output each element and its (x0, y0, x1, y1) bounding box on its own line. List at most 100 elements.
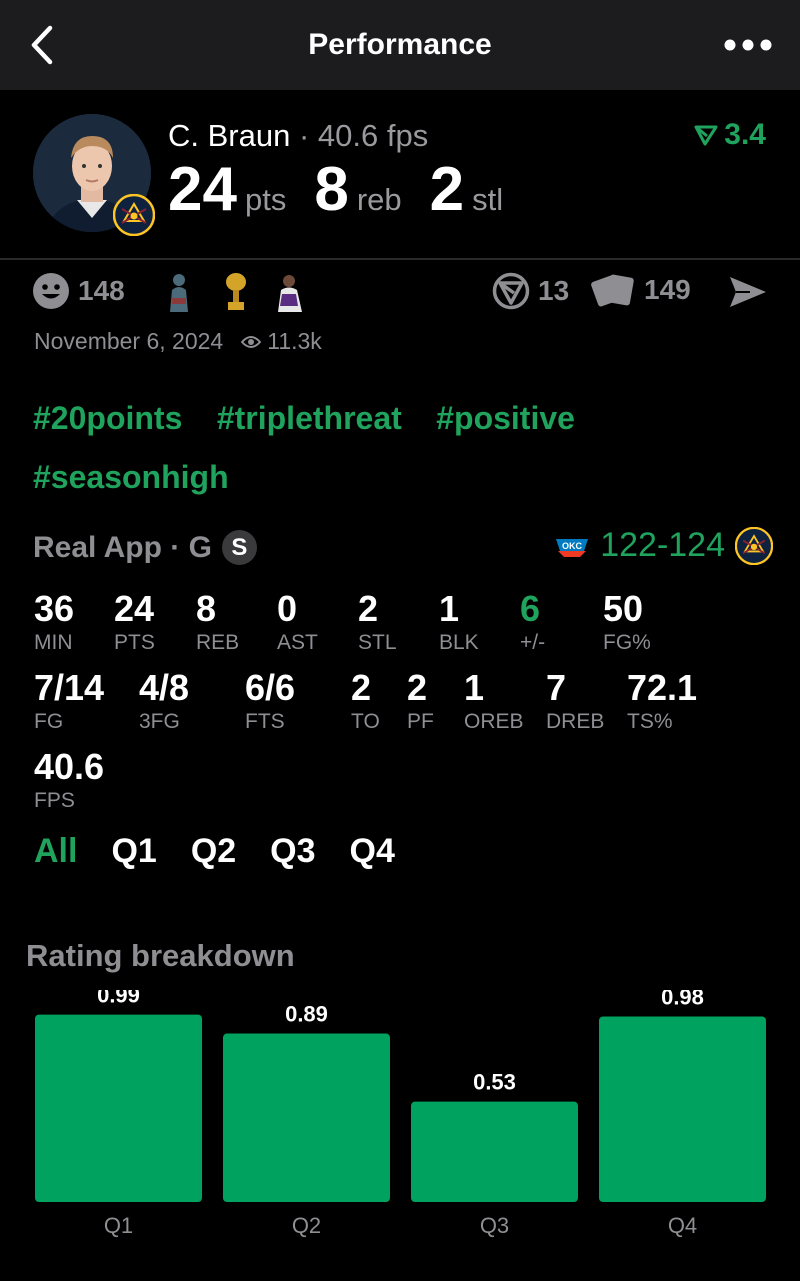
game-score[interactable]: OKC 122-124 (554, 526, 773, 565)
cards-count: 149 (644, 274, 691, 305)
stat-value: 7/14 (34, 667, 105, 708)
stat-label: TS% (627, 710, 673, 733)
trophy-icon (226, 273, 246, 310)
hashtag-list: #20points #triplethreat #positive #seaso… (33, 392, 773, 510)
game-source: Real App · G S (33, 530, 257, 565)
headline-stat-value: 2 (429, 155, 465, 224)
stat-label: PF (407, 710, 434, 733)
reactions-count: 148 (78, 275, 125, 306)
share-button[interactable] (728, 274, 768, 310)
stat-label: +/- (520, 631, 546, 654)
rating-bar-value-label: 0.98 (661, 990, 704, 1010)
stat-fg: 7/14 FG (34, 667, 104, 734)
page-title: Performance (308, 28, 492, 61)
stat-label: TO (351, 710, 380, 733)
player-name-line: C. Braun · 40.6 fps (168, 118, 428, 154)
stat-value: 2 (358, 588, 379, 629)
rating-bar-q2[interactable] (223, 1033, 390, 1202)
tab-q1[interactable]: Q1 (111, 832, 156, 871)
stat-pf: 2 PF (407, 667, 434, 734)
rating-breakdown-chart: 0.99 Q1 0.89 Q2 0.53 Q3 0.98 Q4 (35, 990, 766, 1238)
rating-change: 3.4 (694, 118, 766, 152)
stat-value: 36 (34, 588, 75, 629)
headline-stats: 24 pts 8 reb 2 stl (168, 154, 531, 225)
player-name[interactable]: C. Braun (168, 118, 290, 153)
rating-bar-q3[interactable] (411, 1101, 578, 1202)
rating-bar-category-label: Q1 (104, 1213, 133, 1238)
stat-label: PTS (114, 631, 155, 654)
hashtag[interactable]: #triplethreat (217, 392, 402, 445)
stat-fts: 6/6 FTS (245, 667, 295, 734)
rating-bar-value-label: 0.99 (97, 990, 140, 1008)
stat-label: REB (196, 631, 240, 654)
quarter-tabs: All Q1 Q2 Q3 Q4 (34, 832, 395, 871)
stat-value: 6 (520, 588, 541, 629)
headline-stat-value: 8 (314, 155, 349, 224)
reaction-sticker-2[interactable] (222, 272, 250, 312)
stat-value: 40.6 (34, 746, 105, 787)
stat-value: 50 (603, 588, 644, 629)
reaction-sticker-1[interactable] (164, 272, 194, 312)
more-options-button[interactable] (724, 32, 772, 58)
headline-stat-unit: stl (472, 182, 504, 217)
predictions-count: 13 (538, 275, 570, 306)
social-row: 148 13 149 (32, 272, 772, 316)
headline-stat-value: 24 (168, 155, 237, 224)
rating-bar-q4[interactable] (599, 1016, 766, 1203)
stat-value: 2 (351, 667, 372, 708)
rating-breakdown-title: Rating breakdown (26, 938, 295, 973)
stat-value: 1 (439, 588, 460, 629)
stat-reb: 8 REB (196, 588, 239, 655)
reactions-button[interactable]: 148 (32, 272, 125, 310)
thunder-logo-icon: OKC (556, 538, 589, 557)
stat-fps: 40.6 FPS (34, 746, 104, 813)
stat-value: 1 (464, 667, 485, 708)
stat-value: 4/8 (139, 667, 190, 708)
stat-value: 7 (546, 667, 567, 708)
stat-label: AST (277, 631, 318, 654)
hashtag[interactable]: #20points (33, 392, 182, 445)
stat-pts: 24 PTS (114, 588, 155, 655)
nuggets-logo-icon (735, 526, 773, 565)
view-count: 11.3k (241, 328, 322, 355)
tab-q3[interactable]: Q3 (270, 832, 315, 871)
hashtag[interactable]: #seasonhigh (33, 451, 229, 504)
rating-bar-value-label: 0.53 (473, 1070, 516, 1095)
game-info-row: Real App · G S OKC 122-124 (33, 526, 773, 570)
view-count-value: 11.3k (267, 328, 322, 354)
stat-fg-pct: 50 FG% (603, 588, 651, 655)
rating-bar-q1[interactable] (35, 1014, 202, 1202)
post-date: November 6, 2024 (34, 328, 224, 354)
stat-value: 2 (407, 667, 428, 708)
reaction-sticker-3[interactable] (272, 272, 308, 312)
tab-all[interactable]: All (34, 832, 77, 871)
stat-label: BLK (439, 631, 479, 654)
cards-button[interactable]: 149 (590, 272, 691, 308)
hashtag[interactable]: #positive (436, 392, 575, 445)
stat-label: 3FG (139, 710, 180, 733)
stat-label: MIN (34, 631, 73, 654)
eye-icon (241, 335, 262, 348)
tab-q4[interactable]: Q4 (350, 832, 395, 871)
stat-value: 6/6 (245, 667, 296, 708)
stat-value: 72.1 (627, 667, 698, 708)
cards-icon (591, 274, 634, 307)
stat-to: 2 TO (351, 667, 380, 734)
s-badge[interactable]: S (221, 530, 257, 565)
stat-label: STL (358, 631, 397, 654)
smiley-face-icon (33, 273, 69, 309)
tab-q2[interactable]: Q2 (191, 832, 236, 871)
stat-value: 24 (114, 588, 155, 629)
score-value: 122-124 (600, 526, 725, 564)
more-dots-icon (724, 39, 772, 51)
send-icon (730, 277, 766, 307)
stat-dreb: 7 DREB (546, 667, 604, 734)
rating-change-value: 3.4 (724, 118, 766, 151)
stat-label: FPS (34, 789, 75, 812)
predictions-button[interactable]: 13 (492, 272, 569, 310)
rating-bar-value-label: 0.89 (285, 1002, 328, 1027)
meta-row: November 6, 2024 11.3k (34, 328, 322, 355)
svg-text:OKC: OKC (562, 541, 583, 551)
player-fps: · 40.6 fps (298, 118, 429, 153)
stat-3fg: 4/8 3FG (139, 667, 189, 734)
